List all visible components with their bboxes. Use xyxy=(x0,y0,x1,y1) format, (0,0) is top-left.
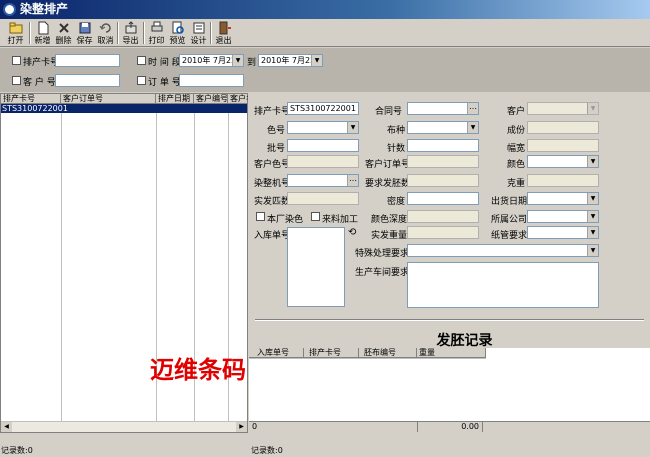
records-title-band: 发胚记录 xyxy=(249,313,650,349)
filter-panel: 排产卡号 时 间 段 2010年 7月22日 ▼ 到 2010年 7月22日 ▼ 客… xyxy=(0,48,650,92)
tube-req-select[interactable]: ▼ xyxy=(527,226,599,239)
title-bar: 染整排产 xyxy=(0,0,650,19)
needle-count-field[interactable] xyxy=(407,139,479,152)
to-label: 到 xyxy=(247,58,257,68)
app-icon xyxy=(3,3,16,16)
customer-no-label: 客 户 号 xyxy=(23,78,56,88)
incoming-checkbox[interactable] xyxy=(311,212,320,221)
col-header[interactable]: 排产卡号 xyxy=(1,94,61,104)
export-button[interactable]: 导出 xyxy=(119,21,142,47)
scroll-left-icon: ◀ xyxy=(1,422,12,432)
gram-field[interactable] xyxy=(527,174,599,187)
date-from-picker[interactable]: 2010年 7月22日 ▼ xyxy=(179,54,244,67)
customer-no-input[interactable] xyxy=(55,74,120,87)
time-range-checkbox[interactable] xyxy=(137,56,146,65)
design-icon xyxy=(193,22,204,34)
card-no-label: 排产卡号 xyxy=(23,58,60,68)
chevron-down-icon: ▼ xyxy=(587,193,598,204)
undo-icon xyxy=(99,23,111,33)
exit-door-icon xyxy=(219,21,231,35)
left-record-count: 记录数:0 xyxy=(1,446,33,455)
density-field[interactable] xyxy=(407,192,479,205)
order-no-input[interactable] xyxy=(179,74,244,87)
col-header[interactable]: 客户名 xyxy=(228,94,248,104)
own-dye-checkbox[interactable] xyxy=(256,212,265,221)
detail-form: 排产卡号 STS3100722001 合同号 … 客户 ▼ 色号 ▼ 布种 ▼ … xyxy=(249,93,650,313)
issue-records-grid[interactable]: 入库单号 排产卡号 胚布编号 重量 0 0.00 xyxy=(249,348,650,432)
fabric-type-select[interactable]: ▼ xyxy=(407,121,479,134)
card-no-checkbox[interactable] xyxy=(12,56,21,65)
card-no-input[interactable] xyxy=(55,54,120,67)
grid-header: 入库单号 排产卡号 胚布编号 重量 xyxy=(249,348,486,358)
stock-no-textarea[interactable] xyxy=(287,227,345,307)
ship-date-select[interactable]: ▼ xyxy=(527,192,599,205)
date-to-picker[interactable]: 2010年 7月22日 ▼ xyxy=(258,54,323,67)
exit-button[interactable]: 退出 xyxy=(212,21,235,47)
color-no-select[interactable]: ▼ xyxy=(287,121,359,134)
chevron-down-icon: ▼ xyxy=(587,156,598,167)
toolbar: 打开 新增 删除 保存 取消 导出 打印 预览 设计 退出 xyxy=(0,19,650,47)
new-button[interactable]: 新增 xyxy=(31,21,54,47)
customer-select[interactable]: ▼ xyxy=(527,102,599,115)
actual-pieces-field[interactable] xyxy=(287,192,359,205)
col-header[interactable]: 客户编号 xyxy=(194,94,228,104)
chevron-down-icon: ▼ xyxy=(467,122,478,133)
cust-order-no-field[interactable] xyxy=(407,155,479,168)
printer-icon xyxy=(151,21,162,32)
chevron-down-icon: ▼ xyxy=(587,227,598,238)
chevron-down-icon: ▼ xyxy=(311,55,322,66)
col-header[interactable]: 排产日期 xyxy=(156,94,194,104)
chevron-down-icon: ▼ xyxy=(232,55,243,66)
chevron-down-icon: ▼ xyxy=(587,245,598,256)
delete-x-icon xyxy=(58,23,69,33)
workshop-req-textarea[interactable] xyxy=(407,262,599,308)
color-depth-field[interactable] xyxy=(407,210,479,223)
ellipsis-icon: … xyxy=(347,175,358,186)
order-no-label: 订 单 号 xyxy=(148,78,181,88)
open-button[interactable]: 打开 xyxy=(4,21,27,47)
folder-open-icon xyxy=(9,22,22,34)
col-header[interactable]: 客户订单号 xyxy=(61,94,156,104)
new-document-icon xyxy=(38,21,48,35)
machine-no-field[interactable]: … xyxy=(287,174,359,187)
width-field[interactable] xyxy=(527,139,599,152)
card-no-field[interactable]: STS3100722001 xyxy=(287,102,359,115)
color-select[interactable]: ▼ xyxy=(527,155,599,168)
chevron-down-icon: ▼ xyxy=(587,103,598,114)
contract-no-field[interactable]: … xyxy=(407,102,479,115)
export-icon xyxy=(125,21,136,34)
records-title: 发胚记录 xyxy=(436,333,493,349)
composition-field[interactable] xyxy=(527,121,599,134)
delete-button[interactable]: 删除 xyxy=(52,21,75,47)
cancel-button[interactable]: 取消 xyxy=(94,21,117,47)
time-range-label: 时 间 段 xyxy=(148,58,181,68)
save-button[interactable]: 保存 xyxy=(73,21,96,47)
print-preview-icon xyxy=(172,21,184,34)
watermark-text: 迈维条码 xyxy=(150,355,246,384)
right-record-count: 记录数:0 xyxy=(251,446,283,455)
chevron-down-icon: ▼ xyxy=(347,122,358,133)
ellipsis-icon: … xyxy=(467,103,478,114)
grid-header: 排产卡号 客户订单号 排产日期 客户编号 客户名 xyxy=(1,94,248,104)
records-footer: 0 0.00 xyxy=(249,421,650,432)
order-no-checkbox[interactable] xyxy=(137,76,146,85)
cust-color-no-field[interactable] xyxy=(287,155,359,168)
window-title: 染整排产 xyxy=(20,2,69,16)
scroll-right-icon: ▶ xyxy=(236,422,247,432)
refresh-icon[interactable]: ⟲ xyxy=(348,227,356,238)
chevron-down-icon: ▼ xyxy=(587,211,598,222)
horizontal-scrollbar[interactable]: ◀ ▶ xyxy=(1,421,247,432)
batch-no-field[interactable] xyxy=(287,139,359,152)
preview-button[interactable]: 预览 xyxy=(166,21,189,47)
actual-weight-field[interactable] xyxy=(407,226,479,239)
customer-no-checkbox[interactable] xyxy=(12,76,21,85)
design-button[interactable]: 设计 xyxy=(187,21,210,47)
save-disk-icon xyxy=(79,22,90,34)
special-req-select[interactable]: ▼ xyxy=(407,244,599,257)
print-button[interactable]: 打印 xyxy=(145,21,168,47)
required-qty-field[interactable] xyxy=(407,174,479,187)
company-select[interactable]: ▼ xyxy=(527,210,599,223)
table-row[interactable]: STS3100722001 xyxy=(1,104,247,113)
